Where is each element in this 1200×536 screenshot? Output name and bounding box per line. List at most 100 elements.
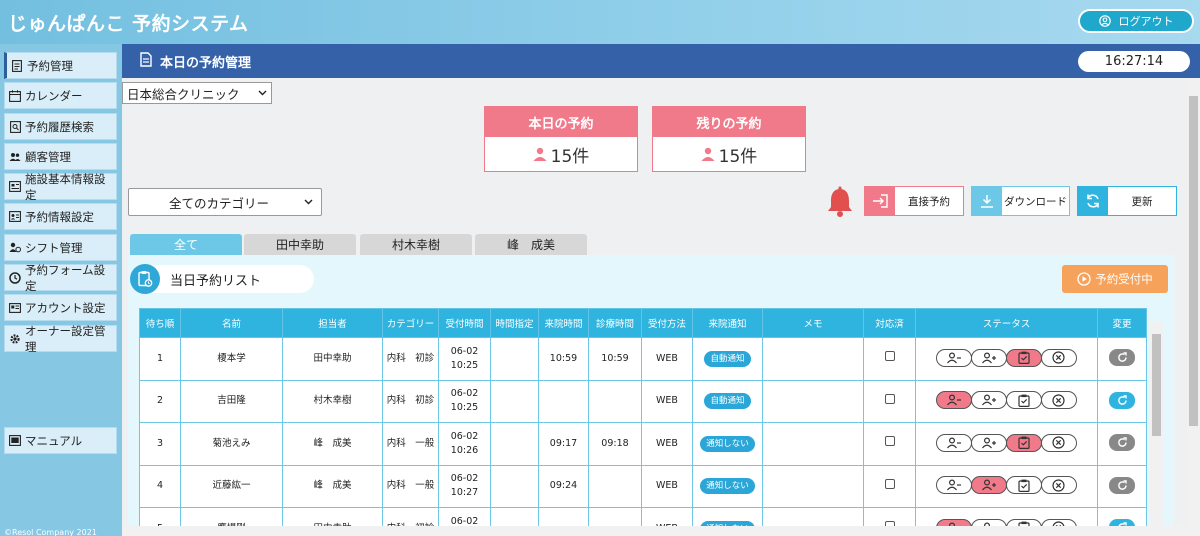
notify-badge[interactable]: 通知しない [700, 478, 755, 495]
notify-badge[interactable]: 通知しない [700, 435, 755, 452]
table-scrollbar[interactable] [1150, 322, 1163, 526]
cell-received-time: 06-02 10:25 [438, 337, 491, 381]
sidebar-item-reservation-management[interactable]: 予約管理 [4, 52, 117, 79]
sidebar-item-label: マニュアル [25, 433, 83, 448]
search-doc-icon [9, 120, 21, 133]
status-button[interactable] [1005, 391, 1042, 410]
refresh-icon [1117, 480, 1127, 490]
sidebar-item-history-search[interactable]: 予約履歴検索 [4, 113, 117, 140]
document-icon [140, 52, 152, 67]
handled-checkbox[interactable] [884, 393, 895, 404]
list-title: 当日予約リスト [170, 273, 262, 289]
person-plus-icon [981, 437, 997, 449]
sidebar-item-shift-management[interactable]: シフト管理 [4, 234, 117, 261]
status-button[interactable] [935, 391, 972, 410]
cell-staff: 峰 成美 [282, 422, 383, 466]
tab-all[interactable]: 全て [130, 234, 242, 255]
top-header: じゅんぱんこ 予約システム ログアウト [0, 0, 1200, 44]
status-button[interactable] [1005, 476, 1042, 495]
status-button[interactable] [1040, 348, 1077, 367]
cell-received-time: 06-02 10:27 [438, 464, 491, 508]
column-header: 来院通知 [692, 308, 763, 338]
building-icon [9, 181, 21, 193]
status-button[interactable] [1040, 476, 1077, 495]
handled-checkbox[interactable] [884, 478, 895, 489]
status-button[interactable] [1005, 433, 1042, 452]
category-select[interactable]: 全てのカテゴリー [128, 188, 322, 216]
status-button[interactable] [935, 433, 972, 452]
column-header: 変更 [1097, 308, 1147, 338]
tab-staff-tanaka[interactable]: 田中幸助 [244, 234, 356, 255]
user-circle-icon [1098, 15, 1111, 27]
cell-staff: 峰 成美 [282, 464, 383, 508]
change-button[interactable] [1109, 434, 1135, 452]
sidebar-item-reservation-settings[interactable]: 予約情報設定 [4, 203, 117, 230]
change-button[interactable] [1109, 476, 1135, 494]
sidebar-item-owner-settings[interactable]: オーナー設定管理 [4, 324, 117, 354]
sidebar-item-form-settings[interactable]: 予約フォーム設定 [4, 263, 117, 293]
person-plus-icon [981, 352, 997, 364]
change-button[interactable] [1109, 391, 1135, 409]
cell-status [915, 337, 1098, 381]
handled-checkbox[interactable] [884, 351, 895, 362]
chevron-down-icon [258, 90, 267, 96]
tab-staff-mine[interactable]: 峰 成美 [475, 234, 587, 255]
table-scrollbar-thumb[interactable] [1152, 334, 1161, 436]
refresh-label: 更新 [1131, 195, 1153, 208]
sidebar-item-label: カレンダー [25, 88, 83, 103]
sidebar-item-calendar[interactable]: カレンダー [4, 82, 117, 109]
handled-checkbox[interactable] [884, 436, 895, 447]
status-button[interactable] [970, 433, 1007, 452]
clinic-select[interactable]: 日本総合クリニック [122, 82, 272, 104]
cell-arrival: 09:17 [538, 422, 589, 466]
cell-change [1097, 422, 1147, 466]
page-scrollbar[interactable] [1187, 78, 1200, 536]
sidebar-item-customers[interactable]: 顧客管理 [4, 143, 117, 170]
status-button[interactable] [1040, 433, 1077, 452]
notify-badge[interactable]: 自動通知 [704, 393, 751, 410]
sidebar-item-manual[interactable]: マニュアル [4, 427, 117, 454]
accepting-reservations-button[interactable]: 予約受付中 [1062, 265, 1168, 293]
card-title: 残りの予約 [653, 107, 805, 137]
notify-badge[interactable]: 自動通知 [704, 350, 751, 367]
status-button[interactable] [935, 348, 972, 367]
person-plus-icon [981, 394, 997, 406]
card-value: 15件 [550, 146, 590, 167]
clipboard-check-icon [1017, 394, 1030, 407]
account-icon [9, 302, 21, 314]
person-minus-icon [946, 352, 962, 364]
person-plus-icon [981, 479, 997, 491]
horizontal-scrollbar[interactable] [122, 526, 1187, 536]
sidebar-item-account-settings[interactable]: アカウント設定 [4, 294, 117, 321]
download-button[interactable]: ダウンロード [971, 186, 1070, 216]
cell-treatment: 09:18 [588, 422, 642, 466]
refresh-icon [1117, 352, 1127, 363]
status-button[interactable] [1005, 348, 1042, 367]
change-button[interactable] [1109, 349, 1135, 367]
cell-order: 3 [139, 422, 181, 466]
refresh-button[interactable]: 更新 [1077, 186, 1177, 216]
cell-change [1097, 379, 1147, 423]
calendar-icon [9, 89, 21, 102]
cell-name: 榎本学 [180, 337, 283, 381]
status-button[interactable] [970, 476, 1007, 495]
category-select-value: 全てのカテゴリー [169, 195, 270, 211]
page-scrollbar-thumb[interactable] [1189, 96, 1198, 426]
status-button[interactable] [1040, 391, 1077, 410]
status-button[interactable] [970, 391, 1007, 410]
column-header: 時間指定 [490, 308, 539, 338]
status-button[interactable] [935, 476, 972, 495]
refresh-icon [1117, 437, 1127, 448]
clock-display: 16:27:14 [1078, 51, 1190, 72]
cancel-circle-icon [1052, 351, 1065, 364]
column-header: 来院時間 [538, 308, 589, 338]
status-button[interactable] [970, 348, 1007, 367]
logout-button[interactable]: ログアウト [1078, 9, 1194, 33]
cell-arrival [538, 379, 589, 423]
card-value: 15件 [718, 146, 758, 167]
cell-name: 吉田隆 [180, 379, 283, 423]
bell-icon[interactable] [826, 186, 854, 218]
sidebar-item-facility-settings[interactable]: 施設基本情報設定 [4, 172, 117, 202]
tab-staff-muraki[interactable]: 村木幸樹 [360, 234, 472, 255]
direct-reservation-button[interactable]: 直接予約 [864, 186, 964, 216]
